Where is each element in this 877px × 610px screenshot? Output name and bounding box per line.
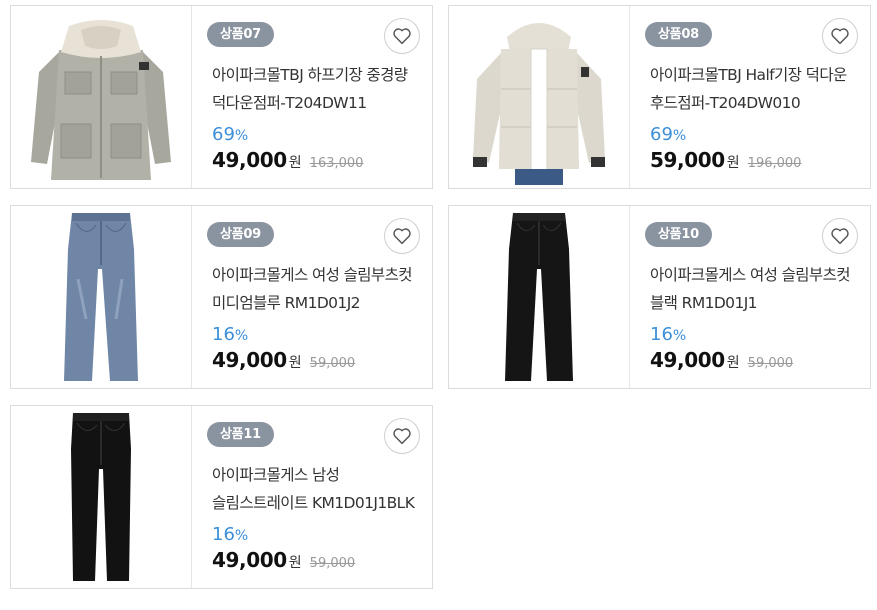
discount-rate: 16% bbox=[212, 524, 248, 545]
product-info: 상품11 아이파크몰게스 남성 슬림스트레이트 KM1D01J1BLK 16% … bbox=[192, 406, 432, 588]
product-grid: 상품07 아이파크몰TBJ 하프기장 중경량 덕다운점퍼-T204DW11 69… bbox=[0, 0, 877, 610]
discount-value: 69 bbox=[650, 124, 673, 145]
sale-price: 49,000 bbox=[212, 348, 287, 372]
product-card[interactable]: 상품11 아이파크몰게스 남성 슬림스트레이트 KM1D01J1BLK 16% … bbox=[10, 405, 433, 589]
product-image[interactable] bbox=[449, 206, 630, 388]
product-badge: 상품08 bbox=[645, 22, 712, 47]
original-price: 59,000 bbox=[747, 356, 794, 371]
price-unit: 원 bbox=[726, 155, 740, 171]
product-title[interactable]: 아이파크몰TBJ 하프기장 중경량 덕다운점퍼-T204DW11 bbox=[212, 61, 427, 117]
original-price: 196,000 bbox=[747, 156, 802, 171]
wishlist-button[interactable] bbox=[384, 418, 420, 454]
price-unit: 원 bbox=[288, 155, 302, 171]
wishlist-button[interactable] bbox=[384, 218, 420, 254]
heart-outline-icon bbox=[393, 228, 411, 245]
original-price: 59,000 bbox=[309, 356, 356, 371]
heart-outline-icon bbox=[393, 28, 411, 45]
discount-rate: 69% bbox=[212, 124, 248, 145]
product-title[interactable]: 아이파크몰TBJ Half기장 덕다운 후드점퍼-T204DW010 bbox=[650, 61, 865, 117]
product-info: 상품08 아이파크몰TBJ Half기장 덕다운 후드점퍼-T204DW010 … bbox=[630, 6, 870, 188]
discount-rate: 16% bbox=[650, 324, 686, 345]
blue-jeans-image bbox=[64, 213, 138, 381]
product-title[interactable]: 아이파크몰게스 남성 슬림스트레이트 KM1D01J1BLK bbox=[212, 461, 427, 517]
discount-unit: % bbox=[234, 328, 249, 344]
heart-outline-icon bbox=[831, 228, 849, 245]
discount-value: 16 bbox=[212, 524, 235, 545]
down-jacket-image bbox=[473, 23, 605, 185]
sale-price: 49,000 bbox=[650, 348, 725, 372]
discount-rate: 16% bbox=[212, 324, 248, 345]
discount-rate: 69% bbox=[650, 124, 686, 145]
product-badge: 상품10 bbox=[645, 222, 712, 247]
original-price: 59,000 bbox=[309, 556, 356, 571]
price-unit: 원 bbox=[726, 355, 740, 371]
discount-value: 16 bbox=[650, 324, 673, 345]
heart-outline-icon bbox=[393, 428, 411, 445]
black-jeans-image bbox=[505, 213, 573, 381]
discount-unit: % bbox=[672, 328, 687, 344]
product-card[interactable]: 상품08 아이파크몰TBJ Half기장 덕다운 후드점퍼-T204DW010 … bbox=[448, 5, 871, 189]
price-row: 49,000 원 59,000 bbox=[212, 348, 355, 372]
price-unit: 원 bbox=[288, 555, 302, 571]
discount-value: 69 bbox=[212, 124, 235, 145]
sale-price: 59,000 bbox=[650, 148, 725, 172]
product-card[interactable]: 상품10 아이파크몰게스 여성 슬림부츠컷 블랙 RM1D01J1 16% 49… bbox=[448, 205, 871, 389]
original-price: 163,000 bbox=[309, 156, 364, 171]
sale-price: 49,000 bbox=[212, 548, 287, 572]
black-slim-jeans-image bbox=[71, 413, 131, 581]
product-image[interactable] bbox=[11, 406, 192, 588]
product-badge: 상품09 bbox=[207, 222, 274, 247]
discount-unit: % bbox=[234, 528, 249, 544]
product-badge: 상품11 bbox=[207, 422, 274, 447]
discount-unit: % bbox=[234, 128, 249, 144]
discount-unit: % bbox=[672, 128, 687, 144]
wishlist-button[interactable] bbox=[384, 18, 420, 54]
product-badge: 상품07 bbox=[207, 22, 274, 47]
discount-value: 16 bbox=[212, 324, 235, 345]
sale-price: 49,000 bbox=[212, 148, 287, 172]
product-title[interactable]: 아이파크몰게스 여성 슬림부츠컷 미디엄블루 RM1D01J2 bbox=[212, 261, 427, 317]
product-image[interactable] bbox=[11, 6, 192, 188]
product-info: 상품07 아이파크몰TBJ 하프기장 중경량 덕다운점퍼-T204DW11 69… bbox=[192, 6, 432, 188]
product-title[interactable]: 아이파크몰게스 여성 슬림부츠컷 블랙 RM1D01J1 bbox=[650, 261, 865, 317]
parka-image bbox=[31, 20, 171, 180]
price-unit: 원 bbox=[288, 355, 302, 371]
price-row: 49,000 원 59,000 bbox=[212, 548, 355, 572]
wishlist-button[interactable] bbox=[822, 218, 858, 254]
price-row: 49,000 원 59,000 bbox=[650, 348, 793, 372]
product-info: 상품10 아이파크몰게스 여성 슬림부츠컷 블랙 RM1D01J1 16% 49… bbox=[630, 206, 870, 388]
product-card[interactable]: 상품07 아이파크몰TBJ 하프기장 중경량 덕다운점퍼-T204DW11 69… bbox=[10, 5, 433, 189]
price-row: 49,000 원 163,000 bbox=[212, 148, 363, 172]
product-card[interactable]: 상품09 아이파크몰게스 여성 슬림부츠컷 미디엄블루 RM1D01J2 16%… bbox=[10, 205, 433, 389]
price-row: 59,000 원 196,000 bbox=[650, 148, 801, 172]
product-image[interactable] bbox=[449, 6, 630, 188]
wishlist-button[interactable] bbox=[822, 18, 858, 54]
heart-outline-icon bbox=[831, 28, 849, 45]
product-image[interactable] bbox=[11, 206, 192, 388]
product-info: 상품09 아이파크몰게스 여성 슬림부츠컷 미디엄블루 RM1D01J2 16%… bbox=[192, 206, 432, 388]
